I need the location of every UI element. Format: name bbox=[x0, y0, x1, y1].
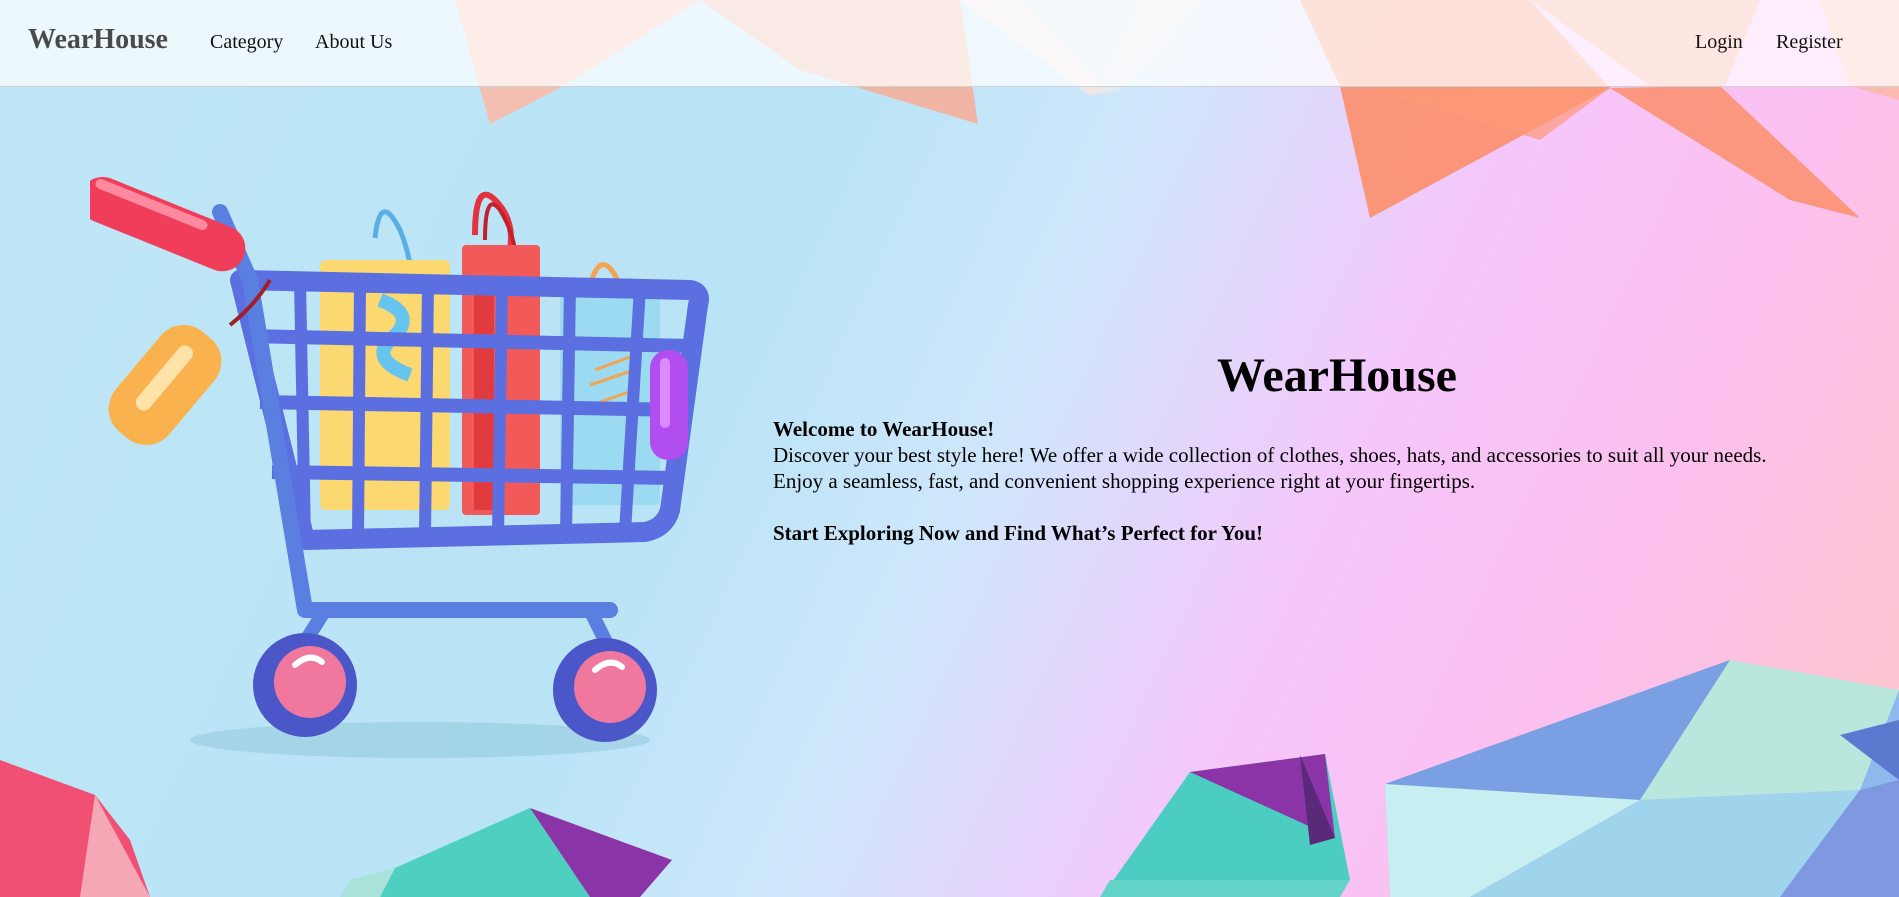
bg-shard bbox=[1610, 86, 1860, 218]
hero-line-2: Enjoy a seamless, fast, and convenient s… bbox=[773, 469, 1476, 493]
cart-wheel-right bbox=[553, 638, 657, 742]
top-navbar: WearHouse Category About Us Login Regist… bbox=[0, 0, 1899, 87]
cart-wheel-left bbox=[253, 633, 357, 737]
login-link[interactable]: Login bbox=[1695, 31, 1743, 54]
page: WearHouse Category About Us Login Regist… bbox=[0, 0, 1899, 897]
register-link[interactable]: Register bbox=[1776, 31, 1843, 54]
hero-title: WearHouse bbox=[1217, 349, 1457, 402]
hero-line-1: Discover your best style here! We offer … bbox=[773, 443, 1767, 467]
yellow-bag-handle bbox=[372, 209, 413, 266]
hero-description: Welcome to WearHouse! Discover your best… bbox=[773, 416, 1873, 546]
bg-shard bbox=[1100, 880, 1350, 897]
nav-category-link[interactable]: Category bbox=[210, 31, 283, 54]
brand-logo-link[interactable]: WearHouse bbox=[28, 24, 168, 56]
shopping-cart-illustration bbox=[90, 176, 709, 758]
hero-cta: Start Exploring Now and Find What’s Perf… bbox=[773, 521, 1263, 545]
hero-welcome: Welcome to WearHouse! bbox=[773, 417, 995, 441]
nav-about-link[interactable]: About Us bbox=[315, 31, 392, 54]
